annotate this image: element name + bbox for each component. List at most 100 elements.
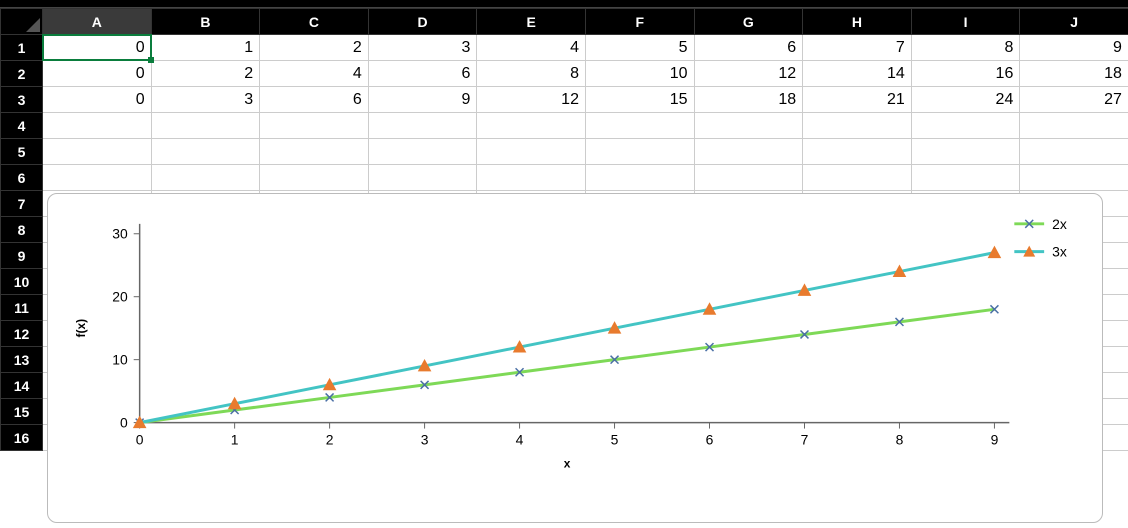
cell-H3[interactable]: 21	[803, 87, 912, 113]
cell-H5[interactable]	[803, 139, 912, 165]
cell-C1[interactable]: 2	[260, 35, 369, 61]
select-all-corner[interactable]	[1, 9, 43, 35]
spreadsheet: ABCDEFGHIJ 10123456789202468101214161830…	[0, 0, 1128, 451]
row-header-1[interactable]: 1	[1, 35, 43, 61]
cell-I4[interactable]	[911, 113, 1020, 139]
x-tick-label: 1	[231, 431, 239, 447]
column-header-f[interactable]: F	[585, 9, 694, 35]
row-header-14[interactable]: 14	[1, 373, 43, 399]
row-header-9[interactable]: 9	[1, 243, 43, 269]
row-4: 4	[1, 113, 1128, 139]
row-header-16[interactable]: 16	[1, 425, 43, 451]
row-header-3[interactable]: 3	[1, 87, 43, 113]
cell-E4[interactable]	[477, 113, 586, 139]
row-header-8[interactable]: 8	[1, 217, 43, 243]
cell-C4[interactable]	[260, 113, 369, 139]
cell-D4[interactable]	[368, 113, 477, 139]
row-header-4[interactable]: 4	[1, 113, 43, 139]
cell-A1[interactable]: 0	[43, 35, 152, 61]
cell-D3[interactable]: 9	[368, 87, 477, 113]
cell-E5[interactable]	[477, 139, 586, 165]
row-header-13[interactable]: 13	[1, 347, 43, 373]
cell-J5[interactable]	[1020, 139, 1128, 165]
column-header-e[interactable]: E	[477, 9, 586, 35]
cell-F1[interactable]: 5	[585, 35, 694, 61]
cell-F5[interactable]	[585, 139, 694, 165]
row-header-2[interactable]: 2	[1, 61, 43, 87]
column-header-a[interactable]: A	[43, 9, 152, 35]
cell-D2[interactable]: 6	[368, 61, 477, 87]
x-tick-label: 4	[516, 431, 524, 447]
cell-J3[interactable]: 27	[1020, 87, 1128, 113]
cell-A2[interactable]: 0	[43, 61, 152, 87]
row-header-7[interactable]: 7	[1, 191, 43, 217]
cell-I6[interactable]	[911, 165, 1020, 191]
cell-G6[interactable]	[694, 165, 803, 191]
cell-C3[interactable]: 6	[260, 87, 369, 113]
cell-D6[interactable]	[368, 165, 477, 191]
cell-F4[interactable]	[585, 113, 694, 139]
cell-B1[interactable]: 1	[151, 35, 260, 61]
cell-B5[interactable]	[151, 139, 260, 165]
row-header-10[interactable]: 10	[1, 269, 43, 295]
y-axis-label: f(x)	[74, 319, 88, 338]
cell-I2[interactable]: 16	[911, 61, 1020, 87]
cell-I5[interactable]	[911, 139, 1020, 165]
column-header-i[interactable]: I	[911, 9, 1020, 35]
x-tick-label: 9	[991, 431, 999, 447]
cell-G3[interactable]: 18	[694, 87, 803, 113]
cell-A5[interactable]	[43, 139, 152, 165]
cell-I1[interactable]: 8	[911, 35, 1020, 61]
row-header-15[interactable]: 15	[1, 399, 43, 425]
cell-H2[interactable]: 14	[803, 61, 912, 87]
cell-B2[interactable]: 2	[151, 61, 260, 87]
cell-H1[interactable]: 7	[803, 35, 912, 61]
x-axis-label: x	[564, 456, 571, 470]
cell-E3[interactable]: 12	[477, 87, 586, 113]
cell-D5[interactable]	[368, 139, 477, 165]
row-header-5[interactable]: 5	[1, 139, 43, 165]
cell-D1[interactable]: 3	[368, 35, 477, 61]
chart[interactable]: 01234567890102030f(x)x2x3x	[47, 193, 1103, 523]
column-header-d[interactable]: D	[368, 9, 477, 35]
cell-C6[interactable]	[260, 165, 369, 191]
cell-J2[interactable]: 18	[1020, 61, 1128, 87]
cell-G5[interactable]	[694, 139, 803, 165]
cell-H6[interactable]	[803, 165, 912, 191]
cell-E2[interactable]: 8	[477, 61, 586, 87]
row-header-11[interactable]: 11	[1, 295, 43, 321]
y-tick-label: 20	[112, 289, 128, 305]
cell-A6[interactable]	[43, 165, 152, 191]
cell-B4[interactable]	[151, 113, 260, 139]
cell-F2[interactable]: 10	[585, 61, 694, 87]
row-3: 30369121518212427	[1, 87, 1128, 113]
cell-F3[interactable]: 15	[585, 87, 694, 113]
cell-C2[interactable]: 4	[260, 61, 369, 87]
x-tick-label: 6	[706, 431, 714, 447]
cell-J4[interactable]	[1020, 113, 1128, 139]
cell-G1[interactable]: 6	[694, 35, 803, 61]
cell-F6[interactable]	[585, 165, 694, 191]
cell-B3[interactable]: 3	[151, 87, 260, 113]
column-header-g[interactable]: G	[694, 9, 803, 35]
row-header-12[interactable]: 12	[1, 321, 43, 347]
cell-A3[interactable]: 0	[43, 87, 152, 113]
x-tick-label: 7	[801, 431, 809, 447]
chart-svg: 01234567890102030f(x)x2x3x	[48, 194, 1102, 522]
cell-I3[interactable]: 24	[911, 87, 1020, 113]
column-header-h[interactable]: H	[803, 9, 912, 35]
cell-E6[interactable]	[477, 165, 586, 191]
cell-C5[interactable]	[260, 139, 369, 165]
cell-E1[interactable]: 4	[477, 35, 586, 61]
cell-A4[interactable]	[43, 113, 152, 139]
cell-B6[interactable]	[151, 165, 260, 191]
cell-J6[interactable]	[1020, 165, 1128, 191]
column-header-j[interactable]: J	[1020, 9, 1128, 35]
column-header-c[interactable]: C	[260, 9, 369, 35]
column-header-b[interactable]: B	[151, 9, 260, 35]
cell-H4[interactable]	[803, 113, 912, 139]
cell-G4[interactable]	[694, 113, 803, 139]
cell-G2[interactable]: 12	[694, 61, 803, 87]
row-header-6[interactable]: 6	[1, 165, 43, 191]
cell-J1[interactable]: 9	[1020, 35, 1128, 61]
